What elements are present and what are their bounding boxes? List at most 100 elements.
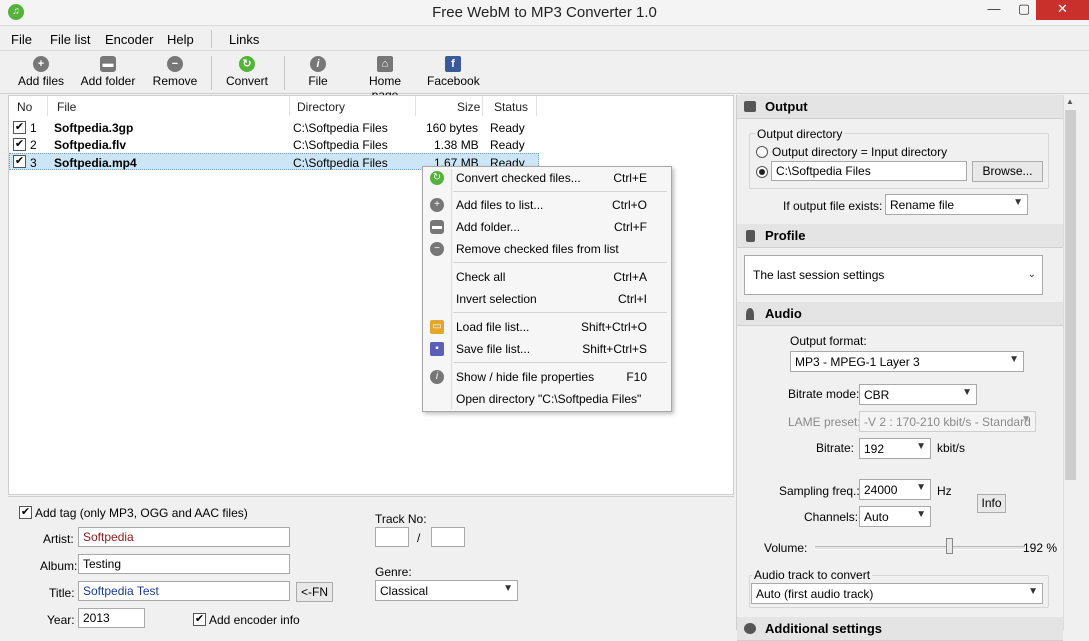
row-status: Ready — [490, 138, 525, 152]
menu-item-label: Remove checked files from list — [456, 242, 619, 256]
bitrate-mode-select[interactable]: CBR ▼ — [859, 384, 977, 405]
row-no: 3 — [30, 156, 37, 170]
profile-select[interactable]: The last session settings ⌄ — [744, 255, 1043, 295]
maximize-icon[interactable]: ▢ — [1010, 0, 1038, 20]
menu-item-file-properties[interactable]: i Show / hide file properties F10 — [423, 367, 671, 387]
volume-slider-thumb[interactable] — [946, 538, 954, 554]
document-icon — [746, 230, 755, 242]
row-directory: C:\Softpedia Files — [293, 121, 388, 135]
audio-section-header[interactable]: Audio — [737, 302, 1063, 326]
volume-slider-track[interactable] — [815, 546, 1025, 550]
column-header-no[interactable]: No — [17, 100, 32, 114]
tag-panel: ✔ Add tag (only MP3, OGG and AAC files) … — [8, 496, 734, 630]
add-files-button[interactable]: + Add files — [16, 56, 66, 88]
row-checkbox[interactable]: ✔ — [13, 155, 26, 168]
chevron-down-icon: ▼ — [916, 509, 926, 520]
menu-file[interactable]: File — [11, 32, 32, 47]
row-checkbox[interactable]: ✔ — [13, 138, 26, 151]
track-no-input[interactable] — [375, 527, 409, 547]
title-input[interactable]: Softpedia Test — [78, 581, 290, 601]
output-format-select[interactable]: MP3 - MPEG-1 Layer 3 ▼ — [790, 351, 1024, 372]
bitrate-mode-label: Bitrate mode: — [788, 387, 860, 401]
output-directory-input[interactable]: C:\Softpedia Files — [771, 161, 967, 181]
browse-button[interactable]: Browse... — [972, 161, 1043, 182]
convert-button[interactable]: ↻ Convert — [223, 56, 271, 88]
row-no: 1 — [30, 121, 37, 135]
facebook-button[interactable]: f Facebook — [427, 56, 480, 88]
row-no: 2 — [30, 138, 37, 152]
menu-file-list[interactable]: File list — [50, 32, 90, 47]
column-header-status[interactable]: Status — [494, 100, 528, 114]
bitrate-select[interactable]: 192 ▼ — [859, 438, 931, 459]
custom-directory-radio[interactable] — [756, 166, 768, 178]
facebook-icon: f — [445, 56, 461, 72]
fn-button[interactable]: <-FN — [296, 582, 333, 602]
menu-item-invert-selection[interactable]: Invert selection Ctrl+I — [423, 289, 671, 309]
profile-section-header[interactable]: Profile — [737, 224, 1063, 248]
year-input[interactable]: 2013 — [78, 608, 145, 628]
column-divider — [47, 96, 48, 116]
info-button[interactable]: Info — [977, 494, 1006, 513]
sampling-freq-label: Sampling freq.: — [779, 484, 860, 498]
settings-panel: Output Output directory Output directory… — [736, 95, 1063, 641]
add-encoder-info-checkbox[interactable]: ✔ — [193, 613, 206, 626]
album-input[interactable]: Testing — [78, 554, 290, 574]
chevron-down-icon: ▼ — [962, 387, 972, 398]
output-section-header[interactable]: Output — [737, 95, 1063, 119]
track-total-input[interactable] — [431, 527, 465, 547]
gear-icon — [744, 623, 756, 634]
menu-item-convert[interactable]: ↻ Convert checked files... Ctrl+E — [423, 168, 671, 188]
menu-item-shortcut: Ctrl+A — [613, 270, 647, 284]
convert-icon: ↻ — [430, 171, 444, 185]
column-header-size[interactable]: Size — [457, 100, 480, 114]
remove-button[interactable]: − Remove — [151, 56, 199, 88]
remove-label: Remove — [152, 74, 198, 88]
close-icon[interactable]: ✕ — [1036, 0, 1089, 20]
additional-settings-section-header[interactable]: Additional settings — [737, 617, 1063, 641]
output-directory-group-label: Output directory — [755, 127, 845, 141]
info-icon: i — [310, 56, 326, 72]
menu-item-add-files[interactable]: + Add files to list... Ctrl+O — [423, 195, 671, 215]
bitrate-label: Bitrate: — [816, 441, 855, 455]
volume-value: 192 % — [1023, 541, 1058, 555]
audio-track-select[interactable]: Auto (first audio track) ▼ — [751, 583, 1043, 604]
add-tag-checkbox[interactable]: ✔ — [19, 506, 32, 519]
menu-links[interactable]: Links — [229, 32, 259, 47]
column-divider — [536, 96, 537, 116]
menu-item-shortcut: Ctrl+E — [613, 171, 647, 185]
menu-item-load-file-list[interactable]: ▭ Load file list... Shift+Ctrl+O — [423, 317, 671, 337]
menu-item-check-all[interactable]: Check all Ctrl+A — [423, 267, 671, 287]
scrollbar-thumb[interactable] — [1065, 110, 1076, 480]
menu-help[interactable]: Help — [167, 32, 194, 47]
menu-item-save-file-list[interactable]: ▪ Save file list... Shift+Ctrl+S — [423, 339, 671, 359]
same-directory-radio[interactable] — [756, 146, 768, 158]
column-header-directory[interactable]: Directory — [297, 100, 345, 114]
facebook-label: Facebook — [427, 74, 480, 88]
row-checkbox[interactable]: ✔ — [13, 121, 26, 134]
if-exists-select[interactable]: Rename file ▼ — [885, 194, 1028, 215]
minimize-icon[interactable]: — — [980, 0, 1008, 20]
menu-item-add-folder[interactable]: ▬ Add folder... Ctrl+F — [423, 217, 671, 237]
output-format-value: MP3 - MPEG-1 Layer 3 — [795, 355, 920, 369]
table-row[interactable]: ✔ 2 Softpedia.flv C:\Softpedia Files 1.3… — [9, 136, 539, 153]
lame-preset-label: LAME preset: — [788, 415, 861, 429]
add-folder-button[interactable]: ▬ Add folder — [79, 56, 137, 88]
convert-label: Convert — [225, 74, 269, 88]
table-row[interactable]: ✔ 1 Softpedia.3gp C:\Softpedia Files 160… — [9, 119, 539, 136]
artist-input[interactable]: Softpedia — [78, 527, 290, 547]
output-format-label: Output format: — [790, 334, 867, 348]
sampling-freq-select[interactable]: 24000 ▼ — [859, 479, 931, 500]
artist-label: Artist: — [43, 532, 74, 546]
menu-encoder[interactable]: Encoder — [105, 32, 153, 47]
genre-select[interactable]: Classical ▼ — [375, 580, 518, 601]
menu-item-shortcut: Ctrl+O — [611, 198, 647, 212]
channels-select[interactable]: Auto ▼ — [859, 506, 931, 527]
column-header-file[interactable]: File — [57, 100, 76, 114]
menu-item-label: Show / hide file properties — [456, 370, 595, 384]
file-info-button[interactable]: i File — [300, 56, 336, 88]
scroll-up-icon[interactable]: ▲ — [1066, 97, 1074, 106]
year-label: Year: — [47, 613, 75, 627]
menu-item-remove-checked[interactable]: − Remove checked files from list — [423, 239, 671, 259]
menu-item-open-directory[interactable]: Open directory "C:\Softpedia Files" — [423, 389, 671, 409]
toolbar: + Add files ▬ Add folder − Remove ↻ Conv… — [0, 52, 1089, 102]
